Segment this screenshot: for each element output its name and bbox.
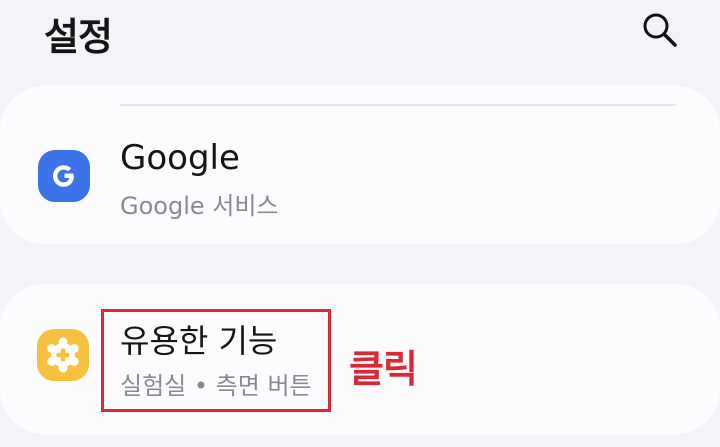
settings-item-title: Google — [120, 138, 240, 178]
settings-item-subtitle: 실험실 • 측면 버튼 — [120, 372, 312, 400]
google-g-icon — [38, 150, 90, 202]
settings-screen: 설정 Google Google 서비스 유용한 기능 실험실 • 측면 버튼 … — [0, 0, 720, 447]
gear-plus-icon — [37, 329, 89, 381]
list-divider — [120, 104, 676, 106]
settings-item-title: 유용한 기능 — [120, 322, 278, 360]
settings-card-google: Google Google 서비스 — [0, 86, 720, 244]
search-button[interactable] — [638, 8, 682, 52]
settings-item-subtitle: Google 서비스 — [120, 192, 279, 220]
settings-item-google[interactable]: Google Google 서비스 — [0, 126, 720, 226]
click-annotation-label: 클릭 — [349, 347, 418, 391]
page-title: 설정 — [44, 15, 113, 59]
search-icon — [643, 13, 677, 47]
